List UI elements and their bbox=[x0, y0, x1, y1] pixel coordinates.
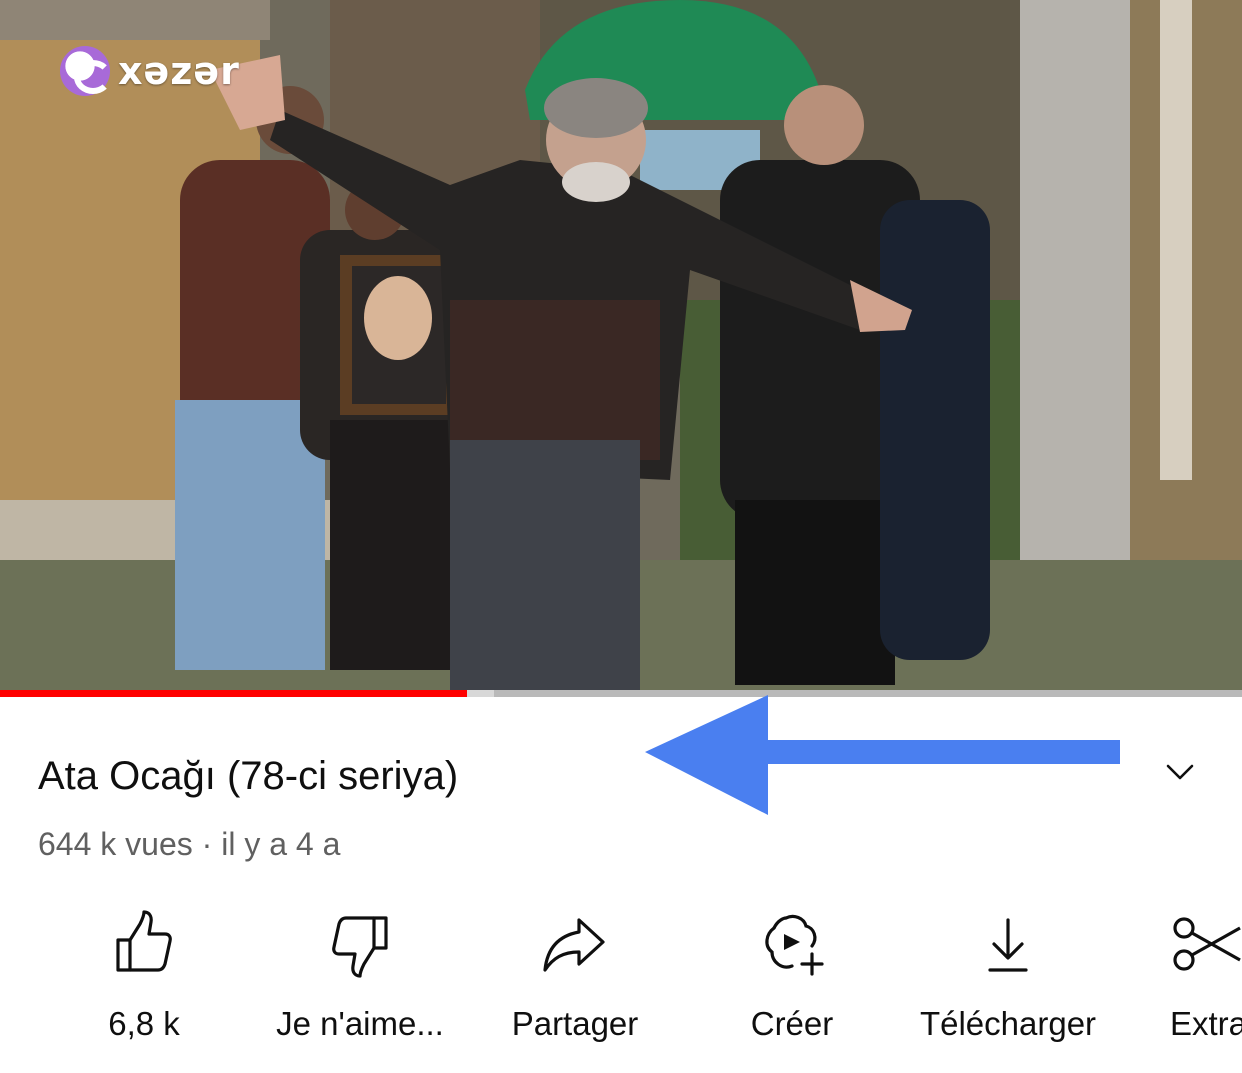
create-button[interactable]: Créer bbox=[682, 900, 902, 1044]
create-remix-icon bbox=[765, 914, 824, 976]
channel-logo-icon bbox=[60, 46, 112, 96]
download-icon bbox=[988, 918, 1028, 972]
share-arrow-icon bbox=[543, 918, 605, 972]
video-player[interactable]: xəzər bbox=[0, 0, 1242, 697]
video-title[interactable]: Ata Ocağı (78-ci seriya) bbox=[38, 752, 458, 800]
chevron-down-icon[interactable] bbox=[1160, 752, 1200, 792]
like-button[interactable]: 6,8 k bbox=[34, 900, 254, 1044]
extra-label: Extra bbox=[1170, 1005, 1242, 1042]
extra-button[interactable]: Extra bbox=[1170, 900, 1242, 1044]
annotation-arrow bbox=[645, 695, 1120, 815]
like-count: 6,8 k bbox=[108, 1005, 180, 1042]
channel-watermark-text: xəzər bbox=[118, 49, 240, 93]
dislike-button[interactable]: Je n'aime... bbox=[250, 900, 470, 1044]
channel-watermark: xəzər bbox=[60, 46, 240, 96]
progress-played bbox=[0, 690, 467, 697]
thumbs-down-icon bbox=[332, 916, 388, 978]
video-frame bbox=[0, 0, 1242, 697]
thumbs-up-icon bbox=[116, 910, 172, 972]
action-row: 6,8 k Je n'aime... Partager Créer Téléch… bbox=[0, 900, 1242, 1060]
video-meta[interactable]: 644 k vues · il y a 4 a bbox=[38, 824, 340, 864]
create-label: Créer bbox=[750, 1005, 834, 1042]
share-button[interactable]: Partager bbox=[465, 900, 685, 1044]
download-label: Télécharger bbox=[919, 1005, 1097, 1042]
scissors-icon bbox=[1173, 917, 1241, 971]
download-button[interactable]: Télécharger bbox=[898, 900, 1118, 1044]
dislike-label: Je n'aime... bbox=[276, 1005, 444, 1042]
share-label: Partager bbox=[511, 1005, 639, 1042]
